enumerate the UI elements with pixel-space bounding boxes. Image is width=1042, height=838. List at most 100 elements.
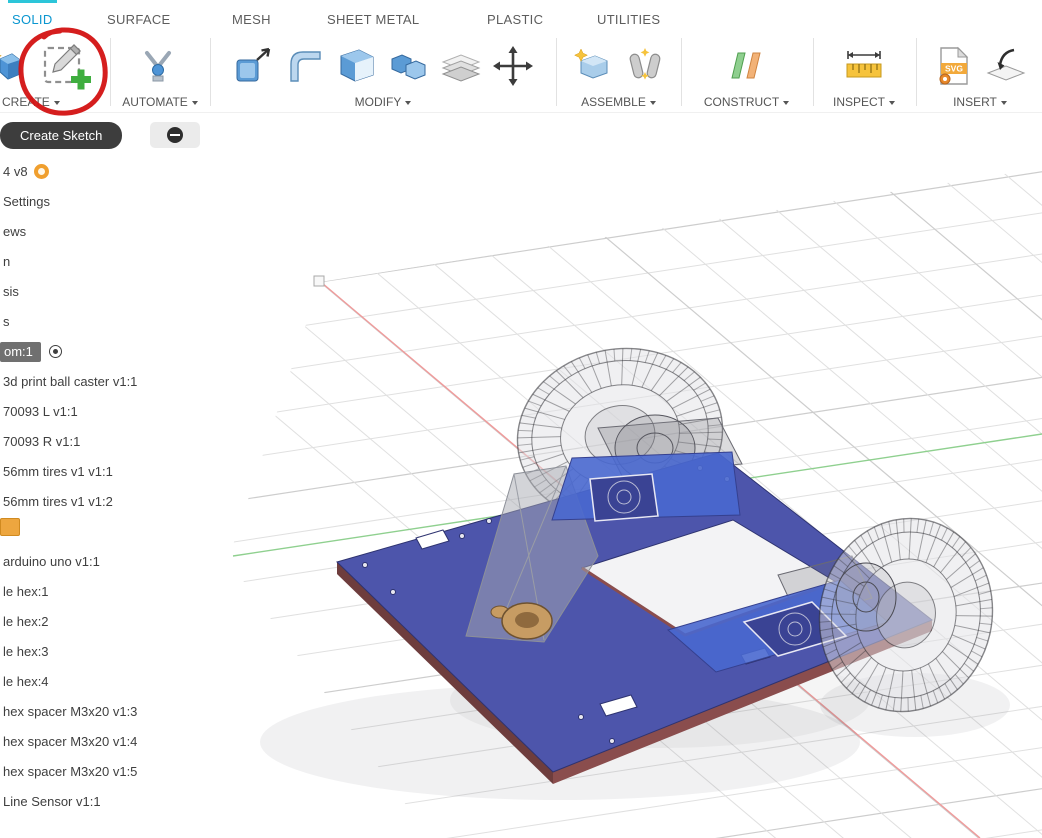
automate-menu-label: AUTOMATE	[122, 95, 188, 109]
collapse-button[interactable]	[150, 122, 200, 148]
create-sketch-icon[interactable]	[40, 39, 94, 93]
automate-menu[interactable]: AUTOMATE	[112, 95, 208, 109]
chevron-down-icon	[405, 101, 411, 105]
split-body-icon[interactable]	[439, 44, 483, 88]
toolbar-group-insert: SVG INSERT	[918, 35, 1042, 112]
browser-item-hex-2[interactable]: le hex:2	[0, 611, 58, 632]
chevron-down-icon	[54, 101, 60, 105]
construct-plane-icon[interactable]	[725, 44, 769, 88]
measure-icon[interactable]	[842, 44, 886, 88]
browser-item-hex-4[interactable]: le hex:4	[0, 671, 58, 692]
browser-item-label: 3d print ball caster v1:1	[3, 374, 137, 389]
browser-item-motor-l[interactable]: 70093 L v1:1	[0, 401, 87, 422]
insert-menu[interactable]: INSERT	[918, 95, 1042, 109]
browser-item-label: 56mm tires v1 v1:1	[3, 464, 113, 479]
toolbar-group-assemble: ASSEMBLE	[558, 35, 679, 112]
browser-item-ball-caster[interactable]: 3d print ball caster v1:1	[0, 371, 146, 392]
tab-plastic[interactable]: PLASTIC	[483, 0, 547, 35]
fusion-app-window: SOLID SURFACE MESH SHEET METAL PLASTIC U…	[0, 0, 1042, 838]
ribbon-separator	[556, 38, 557, 106]
chevron-down-icon	[783, 101, 789, 105]
modify-menu-label: MODIFY	[355, 95, 402, 109]
tab-utilities[interactable]: UTILITIES	[593, 0, 664, 35]
browser-item-label: hex spacer M3x20 v1:4	[3, 734, 137, 749]
browser-item-label: hex spacer M3x20 v1:3	[3, 704, 137, 719]
browser-item-analysis[interactable]: sis	[0, 281, 28, 302]
activate-component-radio[interactable]	[45, 341, 67, 362]
browser-item-label: 70093 R v1:1	[3, 434, 80, 449]
create-sketch-tooltip: Create Sketch	[0, 122, 122, 149]
browser-item-hex-3[interactable]: le hex:3	[0, 641, 58, 662]
minus-icon	[167, 127, 183, 143]
unsaved-badge-icon	[34, 164, 49, 179]
motor-mount-rear[interactable]	[552, 452, 740, 521]
browser-item-document-title[interactable]: 4 v8	[0, 161, 58, 182]
assemble-menu[interactable]: ASSEMBLE	[558, 95, 679, 109]
toolbar-tab-bar: SOLID SURFACE MESH SHEET METAL PLASTIC U…	[0, 0, 1042, 35]
combine-icon[interactable]	[387, 44, 431, 88]
inspect-menu[interactable]: INSPECT	[814, 95, 914, 109]
modify-menu[interactable]: MODIFY	[212, 95, 554, 109]
browser-item-label: le hex:3	[3, 644, 49, 659]
browser-item-label: arduino uno v1:1	[3, 554, 100, 569]
browser-item-label: le hex:2	[3, 614, 49, 629]
wheel-right-hub	[836, 563, 896, 631]
chevron-down-icon	[650, 101, 656, 105]
browser-item-spacer-3[interactable]: hex spacer M3x20 v1:3	[0, 701, 146, 722]
chevron-down-icon	[889, 101, 895, 105]
browser-item-document-settings[interactable]: Settings	[0, 191, 59, 212]
insert-svg-icon[interactable]: SVG	[932, 44, 976, 88]
tab-mesh[interactable]: MESH	[228, 0, 275, 35]
browser-item-highlighted[interactable]	[0, 518, 20, 536]
browser-item-label: Line Sensor v1:1	[3, 794, 101, 809]
browser-item-origin[interactable]: n	[0, 251, 19, 272]
radio-selected-icon	[49, 345, 62, 358]
browser-item-label: le hex:4	[3, 674, 49, 689]
insert-menu-label: INSERT	[953, 95, 997, 109]
browser-item-label: ews	[3, 224, 26, 239]
browser-item-spacer-5[interactable]: hex spacer M3x20 v1:5	[0, 761, 146, 782]
browser-item-line-sensor[interactable]: Line Sensor v1:1	[0, 791, 110, 812]
tab-sheet-metal[interactable]: SHEET METAL	[323, 0, 423, 35]
browser-item-hex-1[interactable]: le hex:1	[0, 581, 58, 602]
construct-menu[interactable]: CONSTRUCT	[683, 95, 810, 109]
browser-item-motor-r[interactable]: 70093 R v1:1	[0, 431, 89, 452]
browser-item-label: s	[3, 314, 10, 329]
create-menu-label: CREATE	[2, 95, 50, 109]
ribbon-separator	[110, 38, 111, 106]
browser-item-active-component[interactable]: om:1	[0, 341, 67, 362]
tab-solid[interactable]: SOLID	[8, 0, 57, 35]
chevron-down-icon	[192, 101, 198, 105]
browser-item-label: 56mm tires v1 v1:2	[3, 494, 113, 509]
browser-item-named-views[interactable]: ews	[0, 221, 35, 242]
browser-item-label: hex spacer M3x20 v1:5	[3, 764, 137, 779]
create-menu[interactable]: CREATE	[0, 95, 108, 109]
active-component-label: om:1	[0, 342, 41, 362]
browser-item-label: Settings	[3, 194, 50, 209]
grid-corner-handle[interactable]	[314, 276, 324, 286]
browser-item-tire-1[interactable]: 56mm tires v1 v1:1	[0, 461, 122, 482]
move-icon[interactable]	[491, 44, 535, 88]
create-solid-icon[interactable]	[0, 45, 26, 87]
fillet-icon[interactable]	[283, 44, 327, 88]
toolbar-group-modify: MODIFY	[212, 35, 554, 112]
insert-mesh-icon[interactable]	[984, 44, 1028, 88]
toolbar-group-construct: CONSTRUCT	[683, 35, 810, 112]
shell-icon[interactable]	[335, 44, 379, 88]
automate-icon[interactable]	[139, 45, 181, 87]
press-pull-icon[interactable]	[231, 44, 275, 88]
ribbon-separator	[681, 38, 682, 106]
browser-item-arduino[interactable]: arduino uno v1:1	[0, 551, 109, 572]
svg-badge-text: SVG	[945, 64, 963, 74]
browser-item-spacer-4[interactable]: hex spacer M3x20 v1:4	[0, 731, 146, 752]
joint-icon[interactable]	[623, 44, 667, 88]
browser-item-label: sis	[3, 284, 19, 299]
construct-menu-label: CONSTRUCT	[704, 95, 779, 109]
assemble-menu-label: ASSEMBLE	[581, 95, 646, 109]
tab-surface[interactable]: SURFACE	[103, 0, 175, 35]
browser-item-tire-2[interactable]: 56mm tires v1 v1:2	[0, 491, 122, 512]
new-component-icon[interactable]	[571, 44, 615, 88]
browser-item-sketches[interactable]: s	[0, 311, 19, 332]
toolbar-group-create: CREATE	[0, 35, 108, 112]
toolbar-ribbon: CREATE AUTOMATE	[0, 35, 1042, 113]
